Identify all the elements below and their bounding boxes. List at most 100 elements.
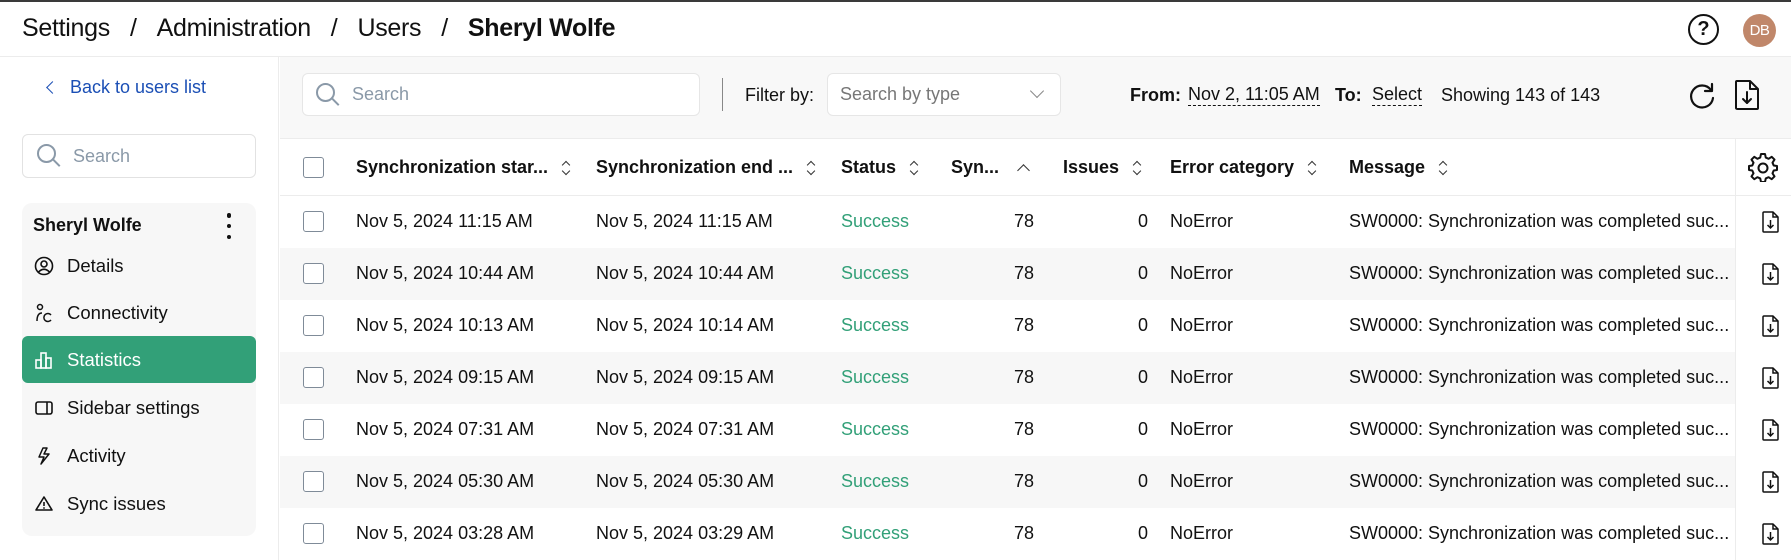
row-checkbox[interactable] [303,367,324,388]
cell-sync-end: Nov 5, 2024 10:44 AM [596,263,775,283]
sidebar-item-activity[interactable]: Activity [22,432,256,479]
sort-icon[interactable] [562,160,572,176]
column-header-sync-start[interactable]: Synchronization star... [356,157,572,178]
row-checkbox[interactable] [303,263,324,284]
row-checkbox[interactable] [303,471,324,492]
row-checkbox[interactable] [303,523,324,544]
sidebar-item-label: Statistics [67,348,142,370]
sort-ascending-icon[interactable] [1017,164,1030,177]
column-label: Issues [1063,157,1120,177]
chevron-down-icon [1029,83,1045,99]
sidebar-item-details[interactable]: Details [22,242,256,289]
column-header-status[interactable]: Status [841,157,920,178]
sidebar-panel-icon [34,398,54,418]
table-row[interactable]: Nov 5, 2024 11:15 AM Nov 5, 2024 11:15 AM… [280,196,1735,248]
cell-error-category: NoError [1170,263,1234,283]
download-file-icon[interactable] [1762,263,1779,285]
cell-issues: 0 [1137,523,1148,543]
column-header-sync-end[interactable]: Synchronization end ... [596,157,817,178]
column-header-message[interactable]: Message [1349,157,1449,178]
sidebar-item-label: Activity [67,444,126,466]
user-circle-icon [34,256,54,276]
column-label: Message [1349,157,1426,177]
sort-icon[interactable] [1439,160,1449,176]
cell-message: SW0000: Synchronization was completed su… [1349,315,1730,335]
showing-count: Showing 143 of 143 [1441,85,1601,105]
cell-error-category: NoError [1170,523,1234,543]
more-options-icon[interactable] [224,213,234,239]
table-row[interactable]: Nov 5, 2024 10:13 AM Nov 5, 2024 10:14 AM… [280,300,1735,352]
table-row[interactable]: Nov 5, 2024 07:31 AM Nov 5, 2024 07:31 AM… [280,404,1735,456]
cell-message: SW0000: Synchronization was completed su… [1349,471,1730,491]
sort-icon[interactable] [807,160,817,176]
row-checkbox[interactable] [303,315,324,336]
column-header-synced[interactable]: Syn... [951,157,1030,178]
table-row[interactable]: Nov 5, 2024 10:44 AM Nov 5, 2024 10:44 AM… [280,248,1735,300]
breadcrumb-administration[interactable]: Administration [157,14,312,43]
table-row[interactable]: Nov 5, 2024 03:28 AM Nov 5, 2024 03:29 AM… [280,508,1735,560]
sort-icon[interactable] [1133,160,1143,176]
sidebar-search[interactable] [22,134,256,178]
download-file-icon[interactable] [1762,523,1779,545]
column-settings-column [1735,139,1791,560]
filter-type-placeholder: Search by type [840,84,961,104]
breadcrumb-settings[interactable]: Settings [22,14,110,43]
cell-issues: 0 [1137,471,1148,491]
sidebar-item-statistics[interactable]: Statistics [22,336,256,383]
sidebar-search-input[interactable] [73,145,233,167]
cell-sync-end: Nov 5, 2024 03:29 AM [596,523,775,543]
avatar[interactable]: DB [1743,14,1776,47]
sidebar-item-connectivity[interactable]: Connectivity [22,289,256,336]
cell-synced: 78 [1013,523,1034,543]
cell-synced: 78 [1013,263,1034,283]
cell-status: Success [841,471,910,491]
sidebar-item-label: Sidebar settings [67,396,200,418]
breadcrumb-users[interactable]: Users [357,14,421,43]
top-bar: Settings / Administration / Users / Sher… [0,0,1791,57]
cell-sync-start: Nov 5, 2024 10:13 AM [356,315,535,335]
table-search[interactable] [302,73,700,116]
sidebar-item-sidebar-settings[interactable]: Sidebar settings [22,384,256,431]
to-date-picker[interactable]: Select [1372,85,1423,106]
cell-error-category: NoError [1170,315,1234,335]
download-file-icon[interactable] [1762,471,1779,493]
sidebar-item-label: Sync issues [67,492,166,514]
from-date-picker[interactable]: Nov 2, 11:05 AM [1188,85,1320,106]
table-search-input[interactable] [352,84,512,105]
sidebar-item-sync-issues[interactable]: Sync issues [22,480,256,527]
sidebar-item-label: Connectivity [67,301,168,323]
cell-sync-start: Nov 5, 2024 07:31 AM [356,419,535,439]
row-checkbox[interactable] [303,211,324,232]
export-file-icon[interactable] [1734,79,1760,111]
cell-issues: 0 [1137,263,1148,283]
refresh-icon[interactable] [1687,81,1717,111]
cell-issues: 0 [1137,211,1148,231]
user-name: Sheryl Wolfe [33,215,142,235]
download-file-icon[interactable] [1762,419,1779,441]
back-to-users-link[interactable]: Back to users list [46,77,206,98]
filter-type-select[interactable]: Search by type [827,73,1061,116]
cell-error-category: NoError [1170,367,1234,387]
row-checkbox[interactable] [303,419,324,440]
sort-icon[interactable] [1308,160,1318,176]
gear-icon[interactable] [1748,152,1778,182]
select-all-checkbox[interactable] [303,157,324,178]
column-header-issues[interactable]: Issues [1063,157,1143,178]
download-file-icon[interactable] [1762,315,1779,337]
breadcrumb: Settings / Administration / Users / Sher… [22,14,616,43]
cell-sync-end: Nov 5, 2024 05:30 AM [596,471,775,491]
sort-icon[interactable] [910,160,920,176]
download-file-icon[interactable] [1762,367,1779,389]
table-header: Synchronization star... Synchronization … [280,139,1791,196]
cell-error-category: NoError [1170,419,1234,439]
cell-sync-end: Nov 5, 2024 10:14 AM [596,315,775,335]
cell-sync-end: Nov 5, 2024 09:15 AM [596,367,775,387]
download-file-icon[interactable] [1762,211,1779,233]
column-header-error-category[interactable]: Error category [1170,157,1318,178]
help-icon[interactable]: ? [1688,14,1719,45]
cell-error-category: NoError [1170,211,1234,231]
table-row[interactable]: Nov 5, 2024 05:30 AM Nov 5, 2024 05:30 AM… [280,456,1735,508]
cell-message: SW0000: Synchronization was completed su… [1349,367,1730,387]
table-row[interactable]: Nov 5, 2024 09:15 AM Nov 5, 2024 09:15 AM… [280,352,1735,404]
breadcrumb-separator: / [330,14,338,42]
